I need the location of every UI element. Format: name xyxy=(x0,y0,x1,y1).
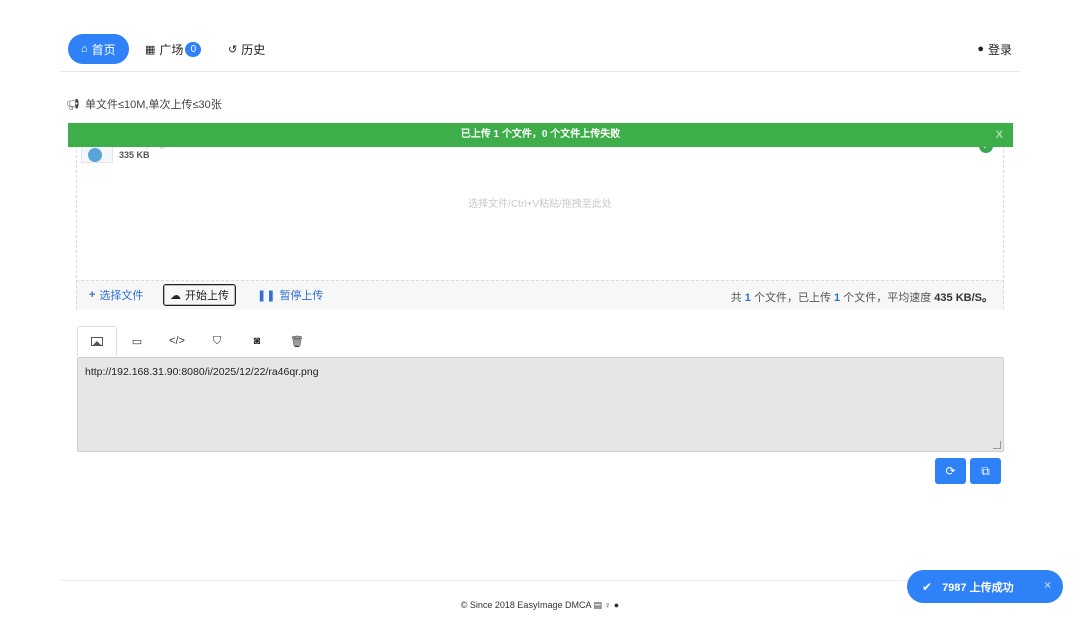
nav-home[interactable]: ⌂ 首页 xyxy=(68,34,129,64)
toast-close-button[interactable]: × xyxy=(1044,578,1051,592)
upload-limit-notice: 📢︎ 单文件≤10M,单次上传≤30张 xyxy=(66,96,222,112)
link-format-tabs: ▭ </> ⛉ ◙ 🗑︎ xyxy=(77,326,317,356)
nav-square[interactable]: ▦ 广场 0 xyxy=(145,34,202,64)
copy-icon: ⧉ xyxy=(981,463,990,478)
status-mid2: 个文件，平均速度 xyxy=(843,292,932,304)
refresh-icon: ⟳ xyxy=(945,464,956,478)
upload-success-toast: ✔ 7987 上传成功 × xyxy=(907,570,1063,603)
copy-button[interactable]: ⧉ xyxy=(970,458,1001,484)
status-speed: 435 KB/S。 xyxy=(934,292,993,304)
user-icon: ● xyxy=(977,43,984,55)
html5-icon: ⛉ xyxy=(212,334,222,347)
select-file-label: 选择文件 xyxy=(99,290,144,302)
banner-close-button[interactable]: X xyxy=(996,123,1003,147)
code-icon: </> xyxy=(169,335,185,347)
start-upload-label: 开始上传 xyxy=(185,290,229,302)
home-icon: ⌂ xyxy=(81,43,88,55)
tab-comment[interactable]: ▭ xyxy=(117,326,157,356)
user-icon[interactable]: ● xyxy=(614,600,619,610)
start-upload-button[interactable]: ☁ 开始上传 xyxy=(163,284,236,306)
nav-login-label: 登录 xyxy=(987,42,1012,57)
comment-icon: ▭ xyxy=(131,335,143,348)
camera-icon: ◙ xyxy=(253,335,261,347)
drop-hint: 选择文件/Ctrl+V粘贴/拖拽至此处 xyxy=(468,199,612,210)
status-uploaded: 1 xyxy=(834,292,841,304)
upload-status: 共 1 个文件，已上传 1 个文件，平均速度 435 KB/S。 xyxy=(731,289,993,305)
status-total: 1 xyxy=(744,292,751,304)
link-output-textarea[interactable]: http://192.168.31.90:8080/i/2025/12/22/r… xyxy=(77,357,1004,452)
toast-text: 7987 上传成功 xyxy=(942,581,1014,594)
plus-icon: + xyxy=(89,289,96,301)
select-file-button[interactable]: + 选择文件 xyxy=(83,284,149,306)
resize-handle[interactable] xyxy=(993,441,1001,449)
history-icon: ↺ xyxy=(228,43,238,56)
refresh-button[interactable]: ⟳ xyxy=(935,458,966,484)
file-size: 335 KB xyxy=(119,150,150,160)
qrcode-icon[interactable]: ▤ xyxy=(593,600,602,610)
pause-icon: ❚❚ xyxy=(257,289,276,302)
pause-upload-button[interactable]: ❚❚ 暂停上传 xyxy=(251,284,329,306)
output-link: http://192.168.31.90:8080/i/2025/12/22/r… xyxy=(85,366,319,378)
footer-text: © Since 2018 EasyImage DMCA xyxy=(460,600,591,610)
nav-history[interactable]: ↺ 历史 xyxy=(228,34,265,64)
bullhorn-icon: 📢︎ xyxy=(66,98,80,111)
bulb-icon[interactable]: ♀ xyxy=(605,600,612,610)
nav-login[interactable]: ● 登录 xyxy=(977,34,1012,64)
tab-image[interactable] xyxy=(77,326,117,356)
check-icon: ✔ xyxy=(922,579,933,594)
nav-square-label: 广场 xyxy=(159,42,184,57)
tab-html[interactable]: ⛉ xyxy=(197,326,237,356)
tab-code[interactable]: </> xyxy=(157,326,197,356)
nav-home-label: 首页 xyxy=(91,42,116,57)
image-icon xyxy=(91,337,103,346)
nav-history-label: 历史 xyxy=(241,42,266,57)
banner-text: 已上传 1 个文件，0 个文件上传失败 xyxy=(460,129,621,140)
grid-icon: ▦ xyxy=(145,43,156,56)
square-count-badge: 0 xyxy=(185,41,202,57)
upload-toolbar: + 选择文件 ☁ 开始上传 ❚❚ 暂停上传 共 1 个文件，已上传 1 个文件，… xyxy=(76,280,1004,309)
top-nav: ⌂ 首页 ▦ 广场 0 ↺ 历史 ● 登录 xyxy=(60,32,1020,72)
status-mid: 个文件，已上传 xyxy=(753,292,831,304)
tab-delete[interactable]: 🗑︎ xyxy=(277,326,317,356)
upload-result-banner: 已上传 1 个文件，0 个文件上传失败 X xyxy=(68,123,1013,147)
status-prefix: 共 xyxy=(730,292,742,304)
footer-divider xyxy=(60,580,1020,581)
notice-text: 单文件≤10M,单次上传≤30张 xyxy=(84,99,222,111)
cloud-upload-icon: ☁ xyxy=(170,289,181,302)
pause-upload-label: 暂停上传 xyxy=(279,290,324,302)
trash-icon: 🗑︎ xyxy=(290,335,304,348)
tab-camera[interactable]: ◙ xyxy=(237,326,277,356)
